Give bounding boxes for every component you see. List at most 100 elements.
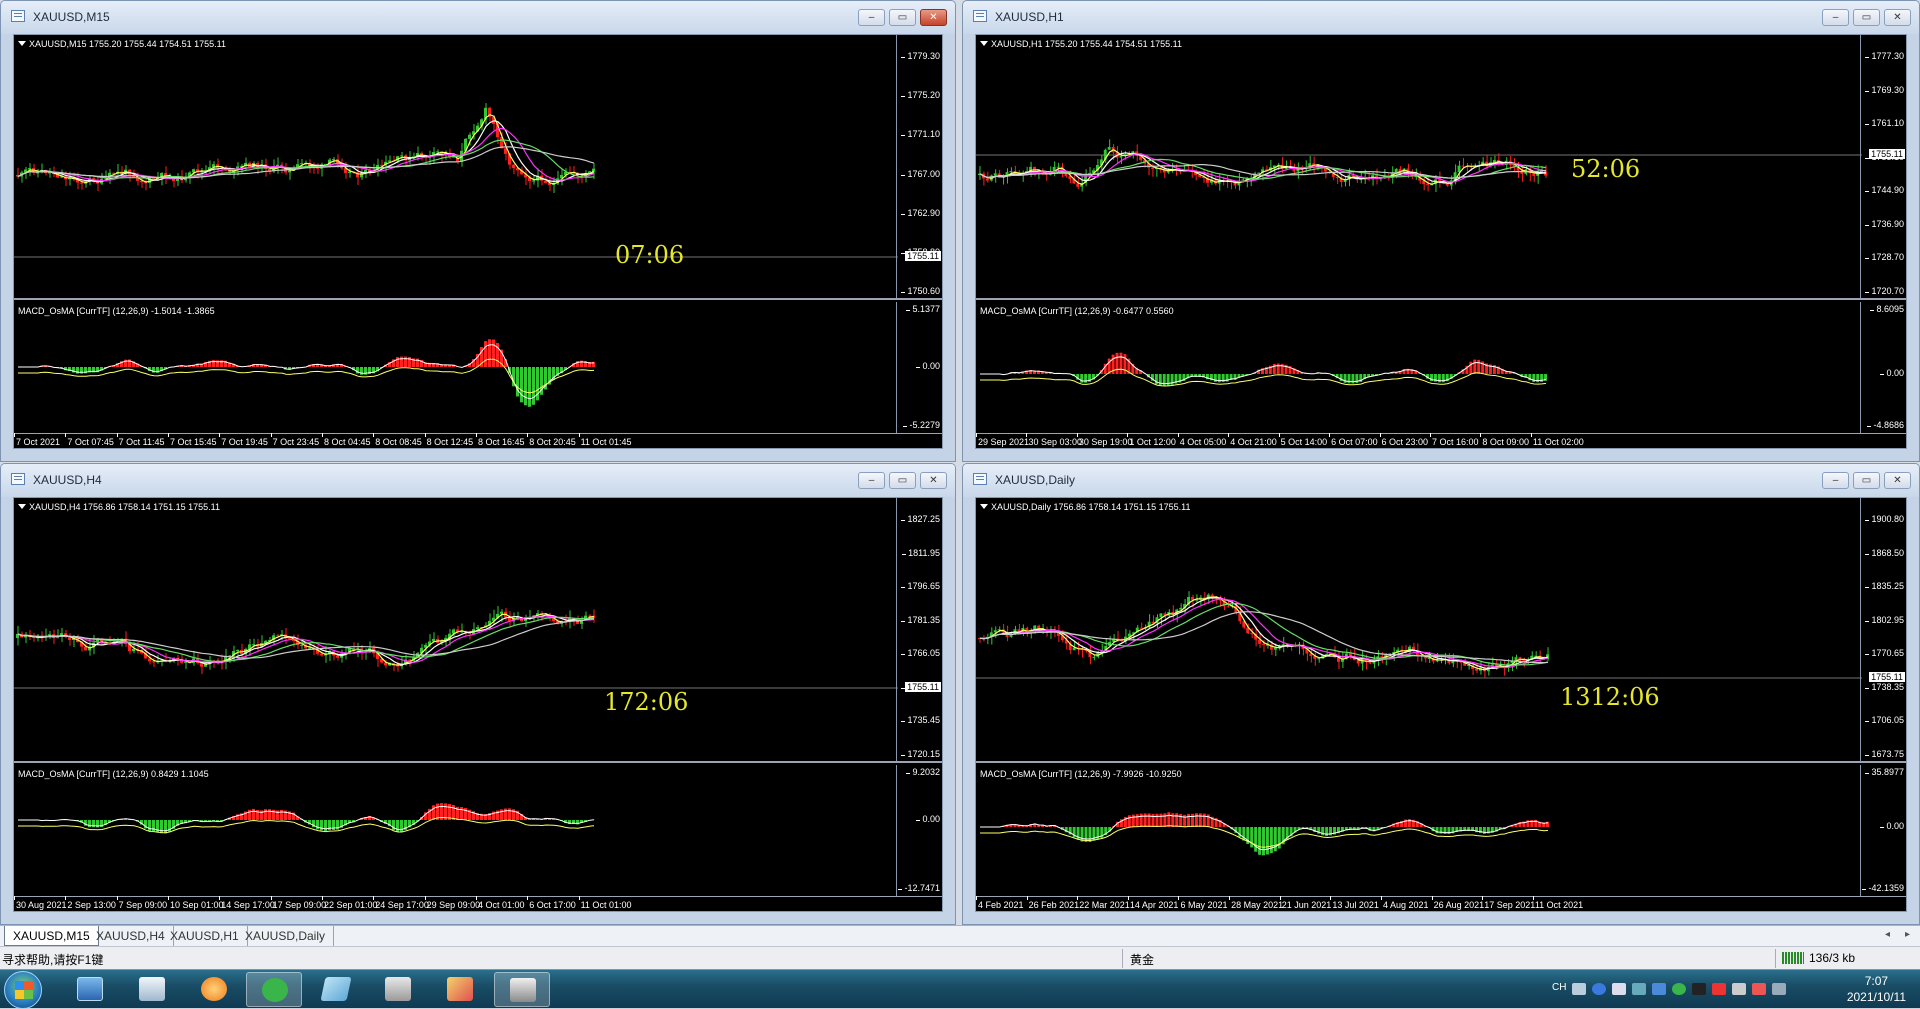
price-pane[interactable]: XAUUSD,M15 1755.20 1755.44 1754.51 1755.… <box>14 35 942 300</box>
speaker-muted-icon[interactable] <box>1752 983 1766 995</box>
media-icon[interactable] <box>1692 983 1706 995</box>
wechat-tray-icon[interactable] <box>1672 983 1686 995</box>
flag-icon[interactable] <box>1712 983 1726 995</box>
macd-tick: -4.8686 <box>1873 420 1904 430</box>
price-tick: 1750.60 <box>907 286 940 296</box>
time-tick: 1 Oct 12:00 <box>1129 437 1176 447</box>
window-titlebar[interactable]: XAUUSD,M15 – ▭ ✕ <box>1 1 955 34</box>
time-tick: 8 Oct 09:00 <box>1482 437 1529 447</box>
price-scale[interactable]: 1827.251811.951796.651781.351766.051750.… <box>896 498 942 761</box>
price-scale[interactable]: 1777.301769.301761.101753.101744.901736.… <box>1860 35 1906 298</box>
macd-pane[interactable]: MACD_OsMA [CurrTF] (12,26,9) -7.9926 -10… <box>976 765 1906 897</box>
window-titlebar[interactable]: XAUUSD,Daily – ▭ ✕ <box>963 464 1919 497</box>
macd-pane[interactable]: MACD_OsMA [CurrTF] (12,26,9) -1.5014 -1.… <box>14 302 942 434</box>
time-tick: 26 Feb 2021 <box>1029 900 1080 910</box>
macd-scale[interactable]: 5.13770.00-5.2279 <box>896 302 942 433</box>
close-button[interactable]: ✕ <box>920 472 947 489</box>
taskbar-metatrader[interactable] <box>494 972 550 1007</box>
bar-countdown-timer: 1312:06 <box>1560 683 1660 711</box>
price-tick: 1900.80 <box>1871 514 1904 524</box>
time-tick: 4 Oct 01:00 <box>478 900 525 910</box>
minimize-button[interactable]: – <box>858 9 885 26</box>
volume-icon[interactable] <box>1732 983 1746 995</box>
tab-xauusd-h1[interactable]: XAUUSD,H1 <box>162 926 248 946</box>
time-scale[interactable]: 30 Aug 20212 Sep 13:007 Sep 09:0010 Sep … <box>14 897 942 911</box>
tab-scroll-left-icon[interactable]: ◂ <box>1885 929 1890 940</box>
price-scale[interactable]: 1779.301775.201771.101767.001762.901758.… <box>896 35 942 298</box>
taskbar-desktop[interactable] <box>62 972 118 1007</box>
chart-area[interactable]: XAUUSD,Daily 1756.86 1758.14 1751.15 175… <box>975 497 1907 912</box>
chart-window-xauusd-h4[interactable]: XAUUSD,H4 – ▭ ✕XAUUSD,H4 1756.86 1758.14… <box>0 463 956 925</box>
chart-area[interactable]: XAUUSD,H1 1755.20 1755.44 1754.51 1755.1… <box>975 34 1907 449</box>
price-scale[interactable]: 1900.801868.501835.251802.951770.651738.… <box>1860 498 1906 761</box>
macd-tick: 8.6095 <box>1876 304 1904 314</box>
close-button[interactable]: ✕ <box>1884 472 1911 489</box>
macd-info: MACD_OsMA [CurrTF] (12,26,9) 0.8429 1.10… <box>18 769 209 779</box>
price-tick: 1720.15 <box>907 749 940 759</box>
taskbar-browser[interactable] <box>186 972 242 1007</box>
close-button[interactable]: ✕ <box>920 9 947 26</box>
close-button[interactable]: ✕ <box>1884 9 1911 26</box>
chart-area[interactable]: XAUUSD,H4 1756.86 1758.14 1751.15 1755.1… <box>13 497 943 912</box>
windows-start-icon[interactable] <box>4 971 42 1009</box>
minimize-button[interactable]: – <box>1822 9 1849 26</box>
price-tick: 1728.70 <box>1871 252 1904 262</box>
minimize-button[interactable]: – <box>858 472 885 489</box>
chart-window-xauusd-daily[interactable]: XAUUSD,Daily – ▭ ✕XAUUSD,Daily 1756.86 1… <box>962 463 1920 925</box>
dropdown-icon <box>18 504 26 509</box>
time-tick: 7 Oct 19:45 <box>221 437 268 447</box>
tab-scroll-right-icon[interactable]: ▸ <box>1905 929 1910 940</box>
language-indicator[interactable]: CH <box>1552 982 1566 993</box>
price-pane[interactable]: XAUUSD,H1 1755.20 1755.44 1754.51 1755.1… <box>976 35 1906 300</box>
time-scale[interactable]: 29 Sep 202130 Sep 03:0030 Sep 19:001 Oct… <box>976 434 1906 448</box>
macd-histogram <box>976 765 1862 897</box>
bar-countdown-timer: 52:06 <box>1571 155 1640 183</box>
macd-info: MACD_OsMA [CurrTF] (12,26,9) -0.6477 0.5… <box>980 306 1174 316</box>
taskbar-paint[interactable] <box>432 972 488 1007</box>
dropdown-icon <box>980 504 988 509</box>
macd-scale[interactable]: 8.60950.00-4.8686 <box>1860 302 1906 433</box>
network-icon[interactable] <box>1612 983 1626 995</box>
macd-pane[interactable]: MACD_OsMA [CurrTF] (12,26,9) 0.8429 1.10… <box>14 765 942 897</box>
cloud-icon[interactable] <box>1632 983 1646 995</box>
time-tick: 7 Sep 09:00 <box>119 900 168 910</box>
window-titlebar[interactable]: XAUUSD,H1 – ▭ ✕ <box>963 1 1919 34</box>
taskbar-app[interactable] <box>370 972 426 1007</box>
shield-icon[interactable] <box>1652 983 1666 995</box>
macd-scale[interactable]: 9.20320.00-12.7471 <box>896 765 942 896</box>
maximize-button[interactable]: ▭ <box>1853 9 1880 26</box>
taskbar-clock[interactable]: 7:07 2021/10/11 <box>1847 973 1906 1005</box>
time-scale[interactable]: 7 Oct 20217 Oct 07:457 Oct 11:457 Oct 15… <box>14 434 942 448</box>
maximize-button[interactable]: ▭ <box>1853 472 1880 489</box>
desktop-icon <box>77 977 103 1001</box>
price-pane[interactable]: XAUUSD,H4 1756.86 1758.14 1751.15 1755.1… <box>14 498 942 763</box>
taskbar-document[interactable] <box>308 972 364 1007</box>
maximize-button[interactable]: ▭ <box>889 472 916 489</box>
maximize-button[interactable]: ▭ <box>889 9 916 26</box>
taskbar-contacts[interactable] <box>124 972 180 1007</box>
app-icon <box>385 977 411 1001</box>
time-tick: 7 Oct 23:45 <box>273 437 320 447</box>
clock-date: 2021/10/11 <box>1847 989 1906 1005</box>
tab-xauusd-m15[interactable]: XAUUSD,M15 <box>4 926 99 946</box>
taskbar-wechat[interactable] <box>246 972 302 1007</box>
time-scale[interactable]: 4 Feb 202126 Feb 202122 Mar 202114 Apr 2… <box>976 897 1906 911</box>
tab-xauusd-daily[interactable]: XAUUSD,Daily <box>237 926 334 946</box>
keyboard-icon[interactable] <box>1572 983 1586 995</box>
symbol-info: XAUUSD,M15 1755.20 1755.44 1754.51 1755.… <box>18 39 226 49</box>
macd-scale[interactable]: 35.89770.00-42.1359 <box>1860 765 1906 896</box>
chart-window-xauusd-m15[interactable]: XAUUSD,M15 – ▭ ✕ XAUUSD,M15 1755.20 1755.… <box>0 0 956 462</box>
help-icon[interactable] <box>1592 983 1606 995</box>
chart-area[interactable]: XAUUSD,M15 1755.20 1755.44 1754.51 1755.… <box>13 34 943 449</box>
minimize-button[interactable]: – <box>1822 472 1849 489</box>
price-pane[interactable]: XAUUSD,Daily 1756.86 1758.14 1751.15 175… <box>976 498 1906 763</box>
signal-icon[interactable] <box>1772 983 1786 995</box>
macd-tick: 0.00 <box>1886 821 1904 831</box>
window-titlebar[interactable]: XAUUSD,H4 – ▭ ✕ <box>1 464 955 497</box>
chart-window-xauusd-h1[interactable]: XAUUSD,H1 – ▭ ✕XAUUSD,H1 1755.20 1755.44… <box>962 0 1920 462</box>
price-chart <box>14 35 898 300</box>
price-tick: 1802.95 <box>1871 615 1904 625</box>
tab-xauusd-h4[interactable]: XAUUSD,H4 <box>88 926 174 946</box>
time-tick: 17 Sep 09:00 <box>273 900 327 910</box>
macd-pane[interactable]: MACD_OsMA [CurrTF] (12,26,9) -0.6477 0.5… <box>976 302 1906 434</box>
